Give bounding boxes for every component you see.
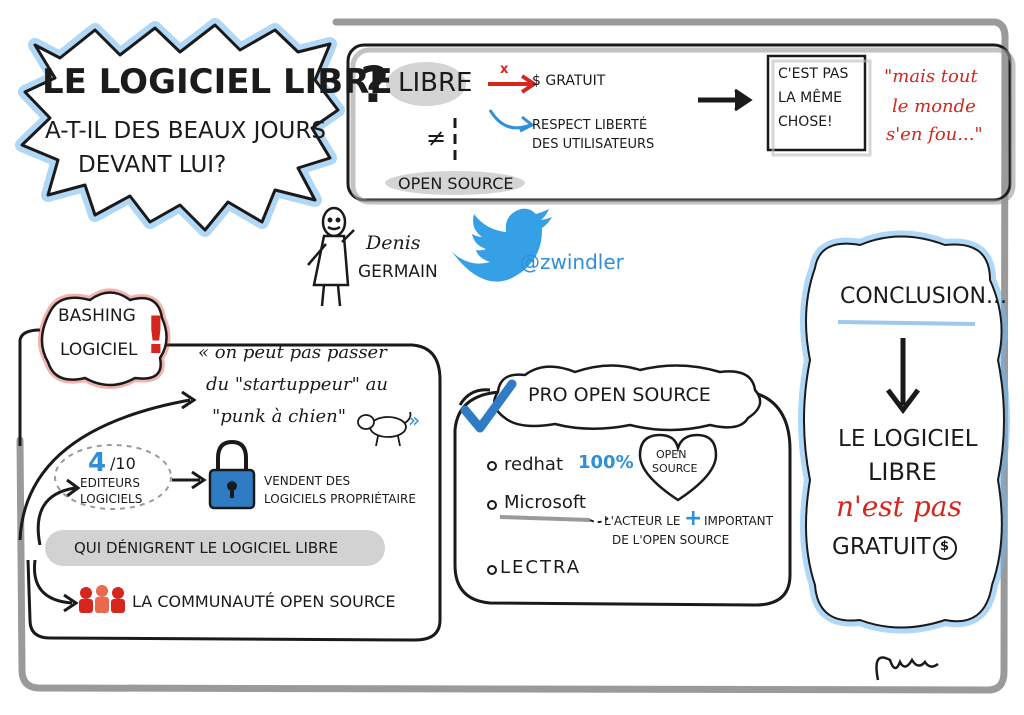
plus-sign: + (684, 506, 703, 531)
bashing-label-line-2: LOGICIEL (60, 340, 138, 360)
twitter-handle[interactable]: @zwindler (520, 250, 624, 274)
gratuit-label: $ GRATUIT (532, 73, 606, 89)
microsoft-label: Microsoft (504, 492, 586, 513)
conclusion-line-3: n'est pas (836, 490, 962, 523)
not-equal-sign: ≠ (426, 124, 447, 152)
conclusion-dollar: $ (940, 539, 950, 554)
title-line-3: DEVANT LUI? (78, 152, 227, 178)
stat-number: 4 (88, 448, 107, 478)
conclusion-title: CONCLUSION... (840, 284, 1007, 309)
editors-line-1: EDITEURS (80, 476, 141, 490)
quote-line-3: s'en fou..." (886, 124, 983, 145)
speaker-last-name: GERMAIN (358, 262, 438, 282)
open-source-label: OPEN SOURCE (398, 174, 514, 193)
bashing-label-line-1: BASHING (58, 306, 136, 326)
speaker-figure (307, 206, 355, 307)
bashing-quote-close: » (408, 408, 421, 432)
quote-line-1: "mais tout (884, 66, 978, 87)
red-arrow (488, 74, 538, 94)
sell-line-2: LOGICIELS PROPRIÉTAIRE (264, 492, 416, 506)
actor-line-2: DE L'OPEN SOURCE (612, 533, 730, 547)
conclusion-line-1: LE LOGICIEL (838, 426, 978, 452)
cross-mark: x (500, 62, 509, 77)
pro-oss-title: PRO OPEN SOURCE (528, 384, 711, 406)
conclusion-line-4: GRATUIT (832, 534, 931, 560)
bullet-lectra (487, 565, 497, 575)
users-label: DES UTILISATEURS (532, 137, 655, 152)
black-arrow (698, 88, 753, 112)
lectra-label: LECTRA (500, 557, 582, 578)
actor-line-1: L'ACTEUR LE (604, 514, 681, 528)
stat-denominator: /10 (110, 454, 136, 473)
editors-line-2: LOGICIELS (80, 492, 143, 506)
libre-label: LIBRE (398, 68, 473, 98)
note-line-1: C'EST PAS (778, 66, 849, 82)
dog-doodle (357, 411, 412, 447)
community-people-icon (79, 585, 125, 613)
title-line-2: A-T-IL DES BEAUX JOURS (45, 118, 326, 144)
artist-signature (875, 656, 939, 681)
question-mark: ? (360, 56, 390, 114)
conclusion-line-2: LIBRE (868, 458, 937, 486)
bullet-microsoft (487, 500, 497, 510)
speaker-first-name: Denis (366, 232, 421, 254)
sell-line-1: VENDENT DES (264, 474, 351, 488)
bashing-quote-line-3: "punk à chien" (212, 406, 347, 427)
quote-line-2: le monde (892, 96, 976, 117)
title-line-1: LE LOGICIEL LIBRE (42, 62, 393, 102)
heart-line-2: SOURCE (652, 462, 698, 475)
redhat-label: redhat (504, 454, 564, 475)
community-label: LA COMMUNAUTÉ OPEN SOURCE (132, 592, 396, 611)
bashing-quote-line-2: du "startuppeur" au (206, 374, 388, 395)
denigrate-label: QUI DÉNIGRENT LE LOGICIEL LIBRE (74, 539, 339, 557)
respect-label: RESPECT LIBERTÉ (532, 118, 648, 133)
conclusion-underline (837, 320, 976, 326)
actor-line-1-b: IMPORTANT (704, 514, 773, 528)
bullet-redhat (487, 461, 497, 471)
exclamation-mark: ! (144, 306, 168, 366)
heart-line-1: OPEN (656, 448, 687, 461)
note-line-2: LA MÊME (778, 90, 842, 106)
percent-label: 100% (578, 452, 634, 473)
padlock-icon (208, 439, 256, 510)
bashing-quote-line-1: « on peut pas passer (198, 342, 387, 363)
note-line-3: CHOSE! (778, 114, 833, 130)
